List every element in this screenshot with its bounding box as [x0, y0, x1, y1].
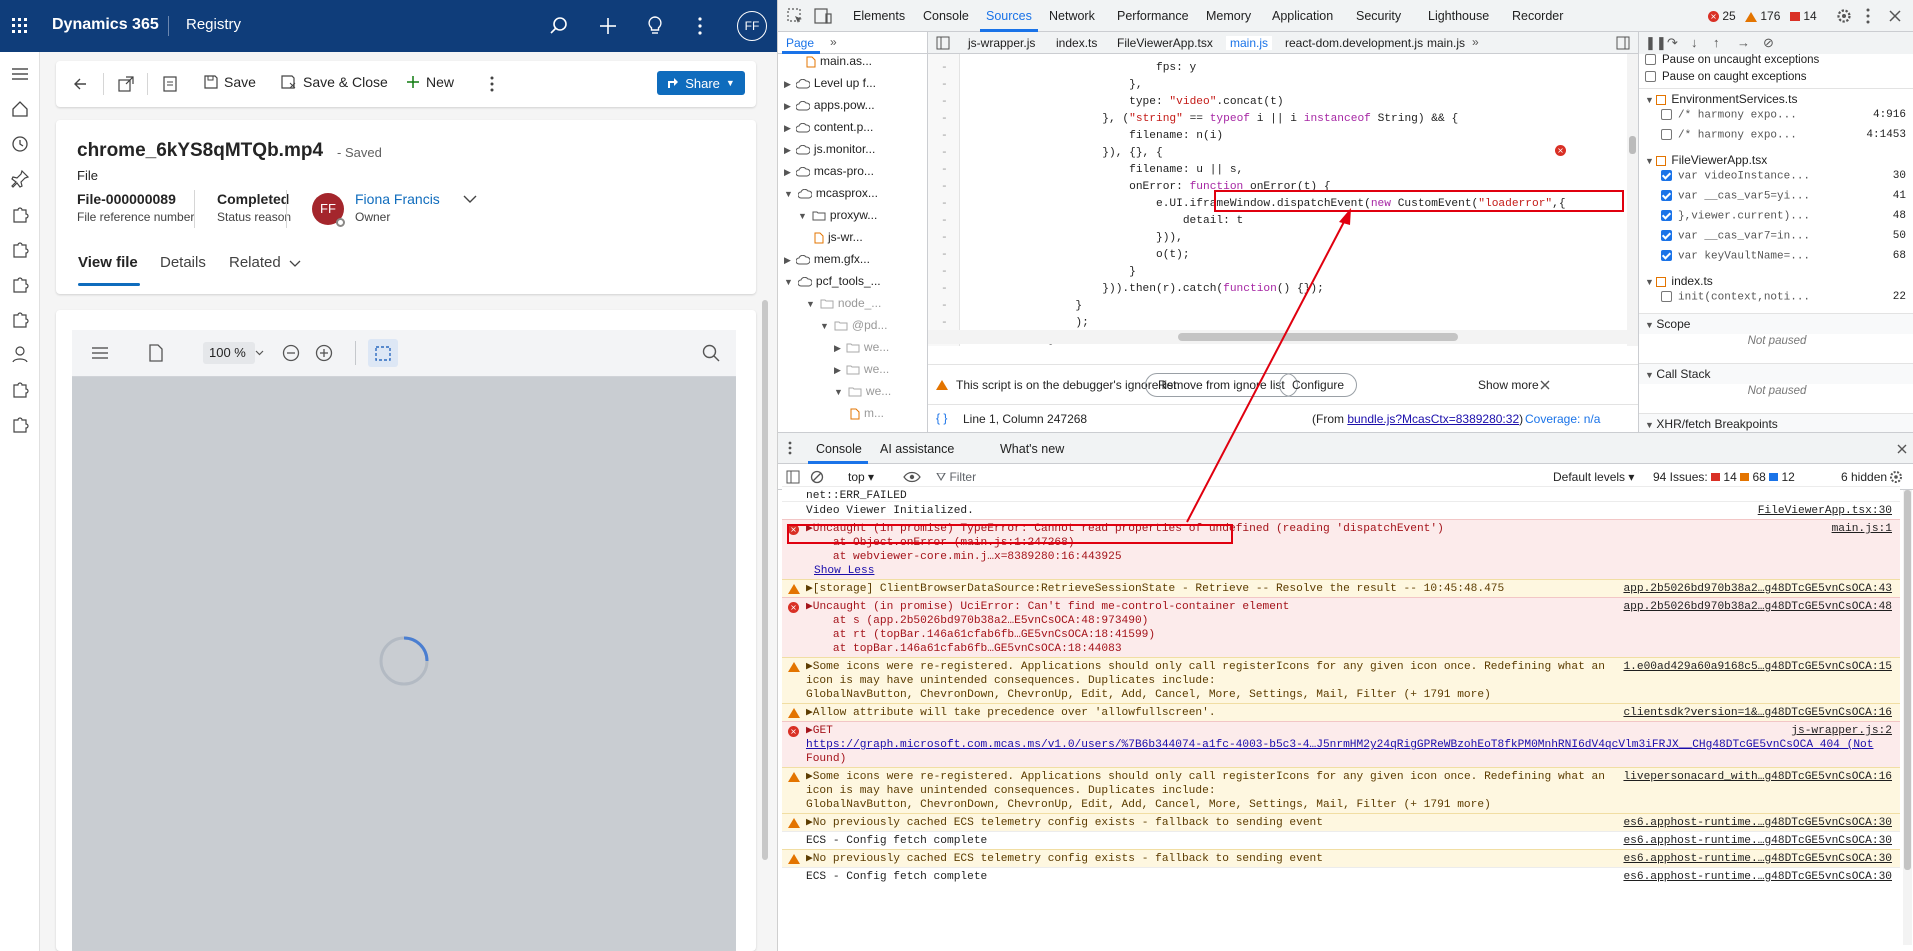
- new-button[interactable]: New: [406, 74, 454, 90]
- scrollbar[interactable]: [762, 300, 768, 860]
- dynamics-pane: Dynamics 365 Registry FF Save Save & Clo…: [0, 0, 777, 951]
- area-name[interactable]: Registry: [186, 16, 241, 33]
- owner-label: Owner: [355, 210, 391, 224]
- status-label: Status reason: [217, 210, 292, 224]
- app-name[interactable]: Dynamics 365: [52, 16, 159, 34]
- page-icon[interactable]: [148, 344, 164, 362]
- command-bar: Save Save & Close New Share ▼: [56, 61, 756, 107]
- file-viewer-card: 100 %: [56, 310, 756, 951]
- file-ref-value: File-000000089: [77, 191, 176, 207]
- record-title: chrome_6kYS8qMTQb.mp4: [77, 140, 324, 161]
- puzzle-icon[interactable]: [10, 379, 30, 399]
- zoom-in-icon[interactable]: [315, 344, 333, 362]
- owner-name[interactable]: Fiona Francis: [355, 191, 440, 207]
- saved-status: - Saved: [337, 145, 382, 160]
- plus-icon: [407, 76, 419, 88]
- app-launcher-icon[interactable]: [12, 18, 28, 34]
- save-button[interactable]: Save: [204, 74, 256, 90]
- viewer-toolbar: 100 %: [72, 330, 736, 377]
- presence-icon: [336, 218, 345, 227]
- search-icon[interactable]: [702, 344, 720, 362]
- search-icon[interactable]: [550, 17, 568, 35]
- selection-icon: [375, 346, 391, 361]
- share-icon: [668, 78, 679, 88]
- home-icon[interactable]: [10, 99, 30, 119]
- puzzle-icon[interactable]: [10, 274, 30, 294]
- puzzle-icon[interactable]: [10, 309, 30, 329]
- user-avatar[interactable]: FF: [737, 11, 767, 41]
- save-close-button[interactable]: Save & Close: [281, 74, 388, 90]
- chevron-down-icon[interactable]: [289, 260, 301, 268]
- person-icon[interactable]: [10, 344, 30, 364]
- entity-name: File: [77, 168, 98, 183]
- tab-details[interactable]: Details: [160, 254, 206, 271]
- file-ref-label: File reference number: [77, 210, 195, 224]
- document-viewer: 100 %: [72, 330, 736, 951]
- save-icon: [204, 75, 218, 89]
- more-icon[interactable]: [490, 76, 494, 92]
- share-label: Share: [685, 75, 720, 91]
- tab-active-indicator: [78, 283, 140, 286]
- top-bar: Dynamics 365 Registry FF: [0, 0, 777, 52]
- new-label: New: [426, 74, 455, 90]
- back-icon[interactable]: [73, 77, 87, 91]
- share-button[interactable]: Share ▼: [657, 71, 745, 95]
- zoom-select[interactable]: 100 %: [203, 342, 255, 364]
- lightbulb-icon[interactable]: [647, 16, 663, 36]
- hamburger-icon[interactable]: [10, 64, 30, 84]
- record-header: chrome_6kYS8qMTQb.mp4 - Saved File File-…: [56, 120, 756, 294]
- recent-icon[interactable]: [10, 134, 30, 154]
- open-window-icon[interactable]: [118, 76, 134, 92]
- save-close-label: Save & Close: [303, 74, 388, 90]
- chevron-down-icon: ▼: [725, 78, 735, 88]
- add-icon[interactable]: [599, 17, 617, 35]
- puzzle-icon[interactable]: [10, 239, 30, 259]
- form-icon[interactable]: [162, 76, 178, 92]
- pin-icon[interactable]: [10, 169, 30, 189]
- loading-spinner: [379, 636, 429, 686]
- save-close-icon: [281, 75, 296, 89]
- selection-tool-button[interactable]: [368, 339, 398, 367]
- annotation-arrow: [1186, 208, 1351, 523]
- chevron-down-icon[interactable]: [463, 195, 477, 204]
- devtools: Elements Console Sources Network Perform…: [777, 0, 1913, 951]
- puzzle-icon[interactable]: [10, 414, 30, 434]
- zoom-out-icon[interactable]: [282, 344, 300, 362]
- tab-view-file[interactable]: View file: [78, 254, 138, 271]
- menu-icon[interactable]: [92, 346, 108, 360]
- more-icon[interactable]: [698, 17, 702, 35]
- status-value: Completed: [217, 191, 290, 207]
- tab-related[interactable]: Related: [229, 254, 281, 271]
- save-label: Save: [224, 74, 256, 90]
- puzzle-icon[interactable]: [10, 204, 30, 224]
- chevron-down-icon[interactable]: [255, 350, 264, 356]
- left-nav: [0, 52, 40, 951]
